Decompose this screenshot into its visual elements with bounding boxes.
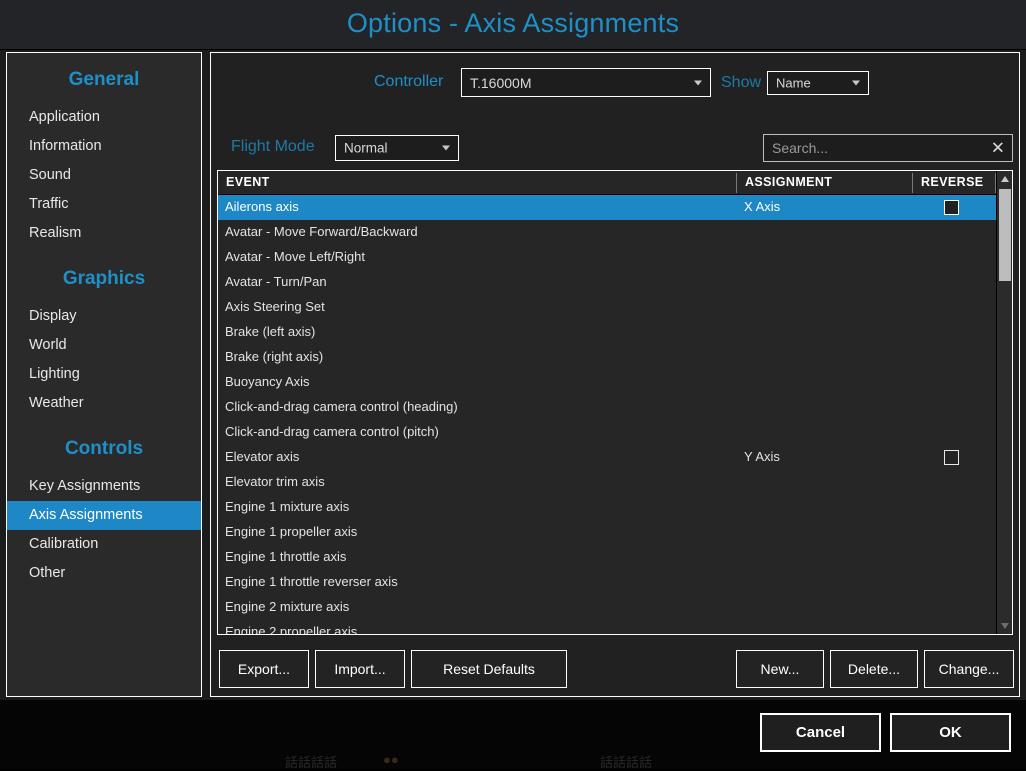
reset-defaults-button[interactable]: Reset Defaults xyxy=(411,650,567,688)
table-row[interactable]: Avatar - Move Left/Right xyxy=(218,245,996,270)
sidebar-item-realism[interactable]: Realism xyxy=(7,219,201,248)
table-row[interactable]: Engine 1 throttle reverser axis xyxy=(218,570,996,595)
chevron-down-icon xyxy=(442,145,450,151)
scrollbar-thumb[interactable] xyxy=(999,189,1011,281)
search-clear-icon[interactable]: ✕ xyxy=(991,140,1005,157)
cell-event: Elevator trim axis xyxy=(225,474,325,489)
cell-event: Avatar - Turn/Pan xyxy=(225,274,327,289)
sidebar-item-other[interactable]: Other xyxy=(7,559,201,588)
sidebar-group-controls-header: Controls xyxy=(64,438,144,459)
cell-event: Brake (left axis) xyxy=(225,324,316,339)
table-row[interactable]: Engine 2 propeller axis xyxy=(218,620,996,635)
cell-event: Engine 2 mixture axis xyxy=(225,599,350,614)
table-body: Ailerons axis X Axis Avatar - Move Forward… xyxy=(218,195,996,635)
table-row[interactable]: Brake (left axis) xyxy=(218,320,996,345)
table-row[interactable]: Avatar - Turn/Pan xyxy=(218,270,996,295)
table-row[interactable]: Buoyancy Axis xyxy=(218,370,996,395)
cell-event: Engine 1 propeller axis xyxy=(225,524,358,539)
cell-event: Engine 2 propeller axis xyxy=(225,624,358,635)
table-header-row: EVENT ASSIGNMENT REVERSE xyxy=(218,171,1012,195)
controller-select[interactable]: T.16000M xyxy=(461,68,711,97)
table-row[interactable]: Engine 1 mixture axis xyxy=(218,495,996,520)
ok-button[interactable]: OK xyxy=(890,713,1011,752)
import-button[interactable]: Import... xyxy=(315,650,405,688)
cell-assignment: X Axis xyxy=(744,199,781,214)
table-row[interactable]: Elevator axis Y Axis xyxy=(218,445,996,470)
cell-event: Click-and-drag camera control (heading) xyxy=(225,399,458,414)
table-row[interactable]: Engine 1 throttle axis xyxy=(218,545,996,570)
reverse-checkbox[interactable] xyxy=(944,450,959,465)
cell-event: Click-and-drag camera control (pitch) xyxy=(225,424,439,439)
cell-event: Buoyancy Axis xyxy=(225,374,310,389)
sidebar-item-application[interactable]: Application xyxy=(7,103,201,132)
sidebar-item-sound[interactable]: Sound xyxy=(7,161,201,190)
flight-mode-label: Flight Mode xyxy=(231,138,315,155)
export-button[interactable]: Export... xyxy=(219,650,309,688)
show-select-value: Name xyxy=(776,75,811,91)
sidebar-item-axis-assignments[interactable]: Axis Assignments xyxy=(7,501,201,530)
change-button[interactable]: Change... xyxy=(924,650,1014,688)
sidebar-item-weather[interactable]: Weather xyxy=(7,389,201,418)
cell-event: Axis Steering Set xyxy=(225,299,325,314)
options-dialog: Options - Axis Assignments General Appli… xyxy=(0,0,1026,752)
cell-event: Avatar - Move Forward/Backward xyxy=(225,224,418,239)
sidebar-item-traffic[interactable]: Traffic xyxy=(7,190,201,219)
chevron-down-icon xyxy=(694,80,702,85)
table-row[interactable]: Click-and-drag camera control (pitch) xyxy=(218,420,996,445)
column-header-assignment[interactable]: ASSIGNMENT xyxy=(745,175,832,189)
table-row[interactable]: Engine 1 propeller axis xyxy=(218,520,996,545)
show-label: Show xyxy=(721,74,762,91)
sidebar-item-world[interactable]: World xyxy=(7,331,201,360)
cell-event: Elevator axis xyxy=(225,449,300,464)
reverse-checkbox[interactable] xyxy=(944,200,959,215)
cancel-button[interactable]: Cancel xyxy=(760,713,881,752)
new-button[interactable]: New... xyxy=(736,650,824,688)
controller-select-value: T.16000M xyxy=(470,74,532,91)
flight-mode-select[interactable]: Normal xyxy=(335,135,459,161)
options-dialog-screen: 話話話話 ●● 話話話話 Options - Axis Assignments … xyxy=(0,0,1026,770)
sidebar-item-calibration[interactable]: Calibration xyxy=(7,530,201,559)
cell-event: Ailerons axis xyxy=(225,199,299,214)
flight-mode-select-value: Normal xyxy=(344,140,388,156)
cell-event: Engine 1 throttle axis xyxy=(225,549,347,564)
scroll-up-arrow-icon[interactable] xyxy=(997,171,1012,187)
column-header-event[interactable]: EVENT xyxy=(226,175,270,189)
table-vertical-scrollbar[interactable] xyxy=(996,171,1012,634)
show-select[interactable]: Name xyxy=(767,71,869,95)
cell-event: Engine 1 mixture axis xyxy=(225,499,350,514)
table-row[interactable]: Click-and-drag camera control (heading) xyxy=(218,395,996,420)
page-title: Options - Axis Assignments xyxy=(346,8,680,38)
search-input[interactable]: Search... ✕ xyxy=(763,134,1013,162)
table-row[interactable]: Brake (right axis) xyxy=(218,345,996,370)
axis-assignments-panel: Controller T.16000M Show Name Flight Mod… xyxy=(210,52,1020,697)
column-divider[interactable] xyxy=(912,173,913,193)
sidebar-group-general-header: General xyxy=(68,69,140,90)
table-row[interactable]: Avatar - Move Forward/Backward xyxy=(218,220,996,245)
sidebar-item-information[interactable]: Information xyxy=(7,132,201,161)
controller-label: Controller xyxy=(374,73,444,90)
cell-event: Brake (right axis) xyxy=(225,349,324,364)
delete-button[interactable]: Delete... xyxy=(830,650,918,688)
table-row[interactable]: Ailerons axis X Axis xyxy=(218,195,996,220)
chevron-down-icon xyxy=(852,80,860,86)
cell-event: Avatar - Move Left/Right xyxy=(225,249,365,264)
table-row[interactable]: Axis Steering Set xyxy=(218,295,996,320)
table-row[interactable]: Elevator trim axis xyxy=(218,470,996,495)
sidebar: General Application Information Sound Tr… xyxy=(6,52,202,697)
column-header-reverse[interactable]: REVERSE xyxy=(921,175,984,189)
cell-assignment: Y Axis xyxy=(744,449,780,464)
table-row[interactable]: Engine 2 mixture axis xyxy=(218,595,996,620)
sidebar-group-graphics-header: Graphics xyxy=(62,268,146,289)
scroll-down-arrow-icon[interactable] xyxy=(997,618,1012,634)
sidebar-item-display[interactable]: Display xyxy=(7,302,201,331)
column-divider[interactable] xyxy=(736,173,737,193)
cell-event: Engine 1 throttle reverser axis xyxy=(225,574,398,589)
title-bar: Options - Axis Assignments xyxy=(0,0,1026,50)
sidebar-item-lighting[interactable]: Lighting xyxy=(7,360,201,389)
search-placeholder: Search... xyxy=(772,140,829,156)
assignments-table: EVENT ASSIGNMENT REVERSE Ailerons axis X … xyxy=(217,170,1013,635)
sidebar-item-key-assignments[interactable]: Key Assignments xyxy=(7,472,201,501)
